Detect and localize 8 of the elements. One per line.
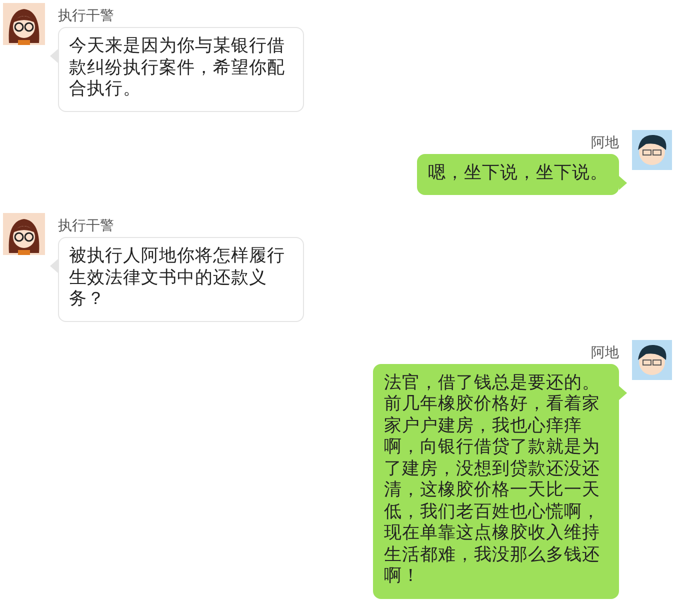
sender-name: 执行干警 — [58, 7, 114, 25]
message-bubble: 被执行人阿地你将怎样履行生效法律文书中的还款义务？ — [58, 237, 304, 322]
sender-name: 阿地 — [591, 134, 619, 152]
sender-name: 阿地 — [591, 344, 619, 362]
message-bubble: 今天来是因为你与某银行借款纠纷执行案件，希望你配合执行。 — [58, 27, 304, 112]
sender-name: 执行干警 — [58, 217, 114, 235]
message-bubble: 嗯，坐下说，坐下说。 — [417, 154, 619, 195]
message-bubble: 法官，借了钱总是要还的。前几年橡胶价格好，看着家家户户建房，我也心痒痒啊，向银行借贷了款就是为了建房，没想到贷款还没还清，这橡胶价格一天比一天低，我们老百姓也心慌啊，现在单靠这点橡胶收入维持生活都难，我没那么多钱还啊！ — [373, 364, 619, 598]
